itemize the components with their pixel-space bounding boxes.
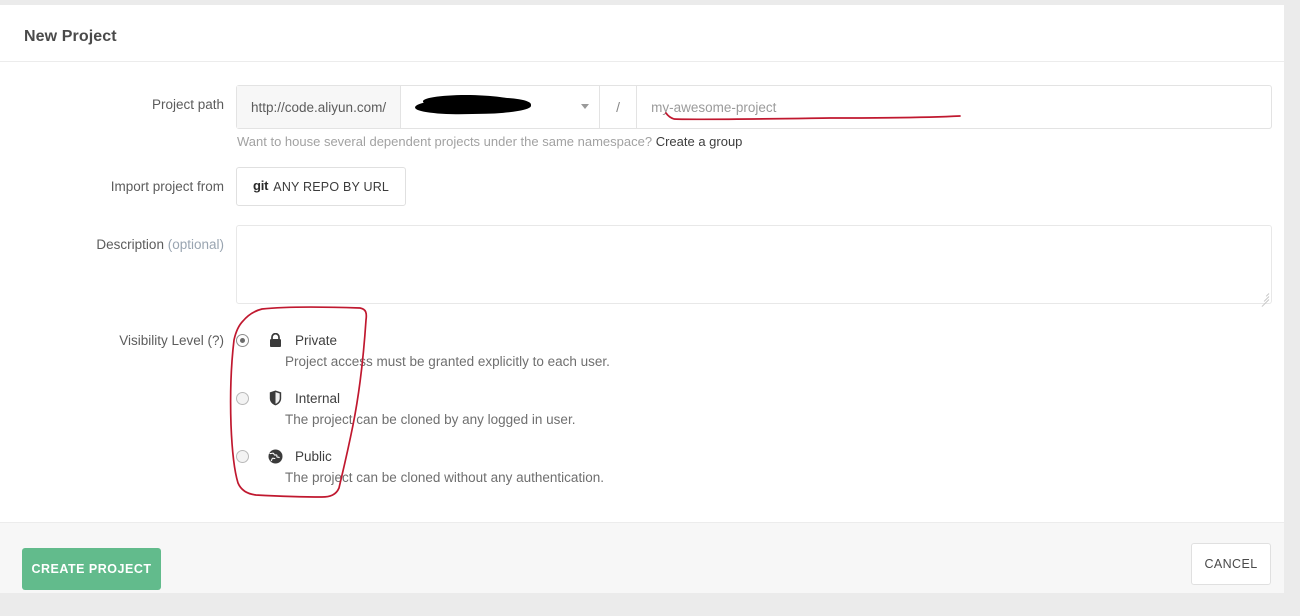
- page-title: New Project: [24, 28, 117, 45]
- globe-icon: [267, 448, 283, 465]
- project-path-label: Project path: [151, 97, 224, 112]
- namespace-select[interactable]: [401, 86, 601, 128]
- lock-icon: [267, 332, 283, 349]
- card-header: New Project: [0, 5, 1284, 62]
- project-path-group: http://code.aliyun.com/ /: [236, 85, 1272, 129]
- namespace-help-text: Want to house several dependent projects…: [237, 134, 653, 149]
- path-separator: /: [600, 86, 638, 128]
- visibility-desc-private: Project access must be granted explicitl…: [285, 354, 610, 369]
- description-optional-text: (optional): [167, 237, 224, 252]
- visibility-option-internal[interactable]: Internal The project can be cloned by an…: [236, 388, 936, 427]
- new-project-card: New Project Project path http://code.ali…: [0, 5, 1284, 593]
- create-a-group-link[interactable]: Create a group: [656, 134, 743, 149]
- visibility-name-public: Public: [295, 448, 332, 464]
- visibility-level-label: Visibility Level (?): [119, 333, 224, 348]
- new-project-page: New Project Project path http://code.ali…: [0, 0, 1300, 616]
- git-icon: git: [253, 178, 269, 193]
- visibility-option-public[interactable]: Public The project can be cloned without…: [236, 446, 936, 485]
- project-name-input[interactable]: [637, 98, 1271, 116]
- card-footer: CREATE PROJECT: [0, 522, 1284, 593]
- visibility-options: Private Project access must be granted e…: [236, 330, 936, 504]
- card-body: Project path http://code.aliyun.com/ / W…: [0, 62, 1284, 522]
- import-button-label: ANY REPO BY URL: [273, 179, 390, 194]
- shield-icon: [267, 390, 283, 407]
- description-textarea[interactable]: [236, 225, 1272, 304]
- chevron-down-icon: [581, 104, 590, 109]
- radio-internal[interactable]: [236, 391, 249, 405]
- project-name-wrapper: [637, 86, 1271, 128]
- visibility-name-internal: Internal: [295, 390, 341, 406]
- description-label-text: Description: [96, 237, 164, 252]
- namespace-help: Want to house several dependent projects…: [237, 134, 742, 149]
- radio-public[interactable]: [236, 449, 249, 463]
- radio-private[interactable]: [236, 333, 249, 347]
- namespace-redaction-mark: [414, 96, 532, 116]
- cancel-button[interactable]: CANCEL: [1191, 543, 1271, 585]
- description-label: Description (optional): [60, 237, 224, 252]
- import-any-repo-button[interactable]: git ANY REPO BY URL: [236, 167, 407, 206]
- create-project-button[interactable]: CREATE PROJECT: [22, 548, 161, 590]
- import-project-label: Import project from: [110, 179, 224, 194]
- visibility-desc-internal: The project can be cloned by any logged …: [285, 412, 576, 427]
- project-path-prefix: http://code.aliyun.com/: [237, 86, 402, 128]
- visibility-desc-public: The project can be cloned without any au…: [285, 470, 604, 485]
- visibility-name-private: Private: [295, 332, 338, 348]
- visibility-option-private[interactable]: Private Project access must be granted e…: [236, 330, 936, 369]
